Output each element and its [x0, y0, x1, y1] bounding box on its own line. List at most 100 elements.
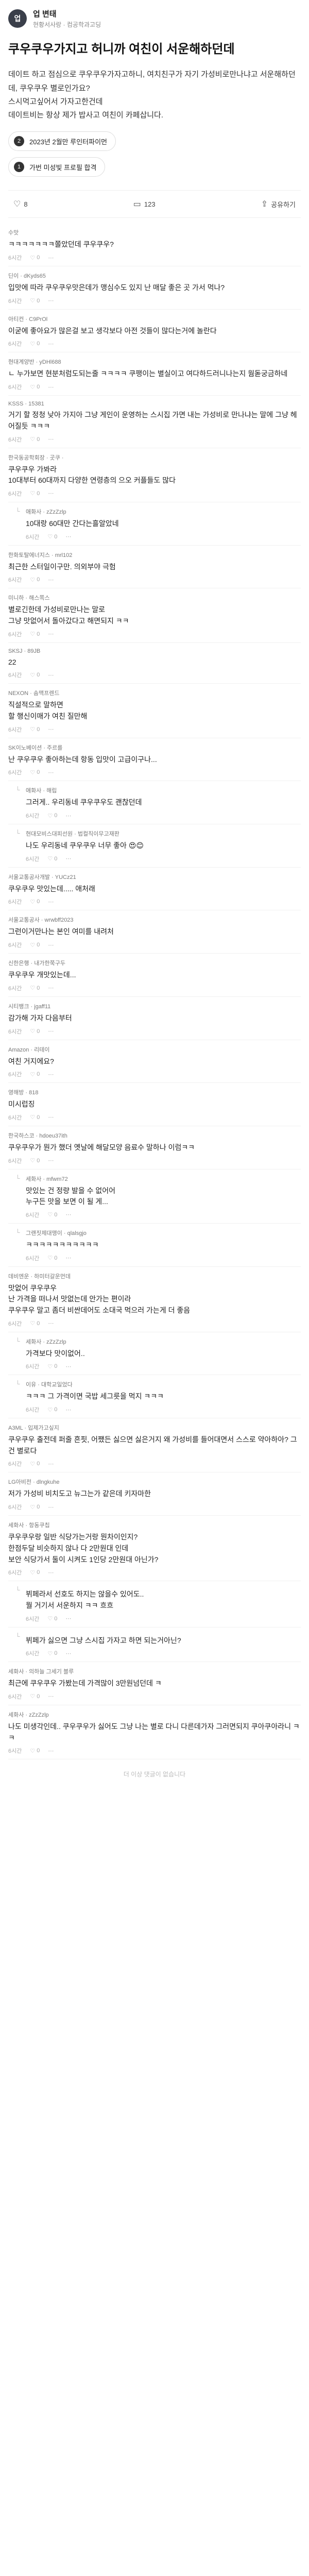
comment-like-button[interactable]: ♡ 0 — [30, 1114, 40, 1121]
comment-like-button[interactable]: ♡ 0 — [30, 1028, 40, 1035]
comment-author[interactable]: 세화사 · mfwm72 — [26, 1175, 68, 1183]
comment-author[interactable]: NEXON · 솜맥프렌드 — [8, 689, 60, 697]
reply-button[interactable]: ⋯ — [48, 1748, 54, 1754]
comment-author[interactable]: A3ML · 입제가고싶지 — [8, 1423, 59, 1432]
comment-like-button[interactable]: ♡ 0 — [30, 985, 40, 992]
comment-like-button[interactable]: ♡ 0 — [47, 812, 57, 819]
comment-author[interactable]: Amazon · 리테이 — [8, 1045, 50, 1054]
comment-author[interactable]: 한국동공학회장 · 곳쿠 · — [8, 453, 64, 462]
comment-like-button[interactable]: ♡ 0 — [47, 1615, 57, 1622]
comment-author[interactable]: 한화토탈에너지스 · mrl102 — [8, 551, 72, 559]
comment-author[interactable]: 신한은행 · 내가한쭉구두 — [8, 959, 65, 967]
comment-author[interactable]: 애화사 · 해립 — [26, 786, 57, 794]
reply-button[interactable]: ⋯ — [48, 631, 54, 637]
comment-author[interactable]: SKSJ · 89JB — [8, 648, 40, 654]
comment-author[interactable]: 세화사 · zZzZzlp — [26, 1337, 66, 1346]
comment-like-button[interactable]: ♡ 0 — [30, 1461, 40, 1467]
reply-button[interactable]: ⋯ — [65, 1363, 71, 1370]
comment-like-button[interactable]: ♡ 0 — [30, 490, 40, 497]
reply-button[interactable]: ⋯ — [48, 341, 54, 347]
comment-author[interactable]: 서울교통공사개발 · YUCz21 — [8, 873, 76, 881]
reply-button[interactable]: ⋯ — [48, 899, 54, 905]
comment-author[interactable]: 수맛 — [8, 228, 19, 236]
comment-like-button[interactable]: ♡ 0 — [47, 855, 57, 862]
reply-button[interactable]: ⋯ — [48, 672, 54, 679]
comment-author[interactable]: KSSS · 15381 — [8, 401, 44, 407]
comment-like-button[interactable]: ♡ 0 — [30, 1748, 40, 1754]
comment-like-button[interactable]: ♡ 0 — [30, 255, 40, 261]
comment-author[interactable]: 시티뱅크 · jgaff11 — [8, 1002, 50, 1010]
comment-like-button[interactable]: ♡ 0 — [47, 1211, 57, 1218]
reply-button[interactable]: ⋯ — [48, 985, 54, 991]
comment-like-button[interactable]: ♡ 0 — [30, 1504, 40, 1511]
comment-author[interactable]: SK이노베이션 · 주르를 — [8, 743, 62, 752]
author-name[interactable]: 업 변태 — [33, 8, 101, 19]
reply-button[interactable]: ⋯ — [48, 384, 54, 391]
comment-like-button[interactable]: ♡ 0 — [47, 533, 57, 540]
chip-1[interactable]: 2 2023년 2월만 루인터파이먼 — [8, 131, 116, 151]
reply-button[interactable]: ⋯ — [48, 769, 54, 776]
comment-author[interactable]: 애화사 · zZzZzlp — [26, 507, 66, 516]
avatar[interactable]: 업 — [8, 9, 27, 28]
reply-button[interactable]: ⋯ — [65, 855, 71, 862]
comment-like-button[interactable]: ♡ 0 — [30, 577, 40, 583]
reply-button[interactable]: ⋯ — [65, 1211, 71, 1218]
comment-author[interactable]: 세화사 · zZzZzlp — [8, 1710, 49, 1719]
reply-button[interactable]: ⋯ — [48, 1028, 54, 1035]
comment-author[interactable]: 세화사 · 의하늘 그세기 블루 — [8, 1667, 74, 1675]
comment-like-button[interactable]: ♡ 0 — [30, 1157, 40, 1164]
comment-author[interactable]: 딘이 · dKyds65 — [8, 272, 46, 280]
reply-button[interactable]: ⋯ — [48, 490, 54, 497]
comment-like-button[interactable]: ♡ 0 — [30, 726, 40, 733]
comment-like-button[interactable]: ♡ 0 — [30, 1071, 40, 1078]
comment-author[interactable]: 세화사 · 항동쿠칩 — [8, 1521, 50, 1529]
comment-author[interactable]: 현대모비스대피선원 · 법컬직이무고재판 — [26, 829, 119, 838]
comment-stat[interactable]: ▭ 123 — [133, 199, 156, 209]
comment-author[interactable]: 미니하 · 해스쪽스 — [8, 594, 50, 602]
reply-button[interactable]: ⋯ — [65, 1650, 71, 1657]
comment-author[interactable]: 서울교통공사 · wrwbff2023 — [8, 916, 74, 924]
reply-button[interactable]: ⋯ — [48, 1320, 54, 1327]
comment-like-button[interactable]: ♡ 0 — [30, 436, 40, 443]
comment-like-button[interactable]: ♡ 0 — [47, 1255, 57, 1262]
comment-author[interactable]: 아티컨 · C9PrOl — [8, 315, 47, 323]
reply-button[interactable]: ⋯ — [48, 1569, 54, 1576]
comment-like-button[interactable]: ♡ 0 — [30, 1320, 40, 1327]
comment-author[interactable]: 이유 · 대학교일었다 — [26, 1380, 73, 1388]
reply-button[interactable]: ⋯ — [65, 812, 71, 819]
comment-author[interactable]: 데비엔운 · 하미터갈운먼데 — [8, 1272, 71, 1280]
reply-button[interactable]: ⋯ — [48, 436, 54, 443]
reply-button[interactable]: ⋯ — [48, 726, 54, 733]
comment-like-button[interactable]: ♡ 0 — [30, 769, 40, 776]
comment-like-button[interactable]: ♡ 0 — [30, 672, 40, 679]
reply-button[interactable]: ⋯ — [48, 577, 54, 583]
reply-button[interactable]: ⋯ — [48, 1157, 54, 1164]
reply-button[interactable]: ⋯ — [65, 533, 71, 540]
comment-like-button[interactable]: ♡ 0 — [30, 631, 40, 638]
comment-like-button[interactable]: ♡ 0 — [30, 341, 40, 347]
reply-button[interactable]: ⋯ — [48, 1693, 54, 1700]
reply-button[interactable]: ⋯ — [48, 1114, 54, 1121]
comment-author[interactable]: 그랜짓제대맹이 · qlalsgjo — [26, 1229, 87, 1237]
comment-like-button[interactable]: ♡ 0 — [30, 1693, 40, 1700]
comment-like-button[interactable]: ♡ 0 — [30, 384, 40, 391]
comment-like-button[interactable]: ♡ 0 — [30, 942, 40, 948]
author-header[interactable]: 업 업 변태 현황서사랑 · 컴공학과고딩 — [8, 0, 301, 34]
comment-like-button[interactable]: ♡ 0 — [47, 1650, 57, 1657]
reply-button[interactable]: ⋯ — [65, 1255, 71, 1261]
comment-like-button[interactable]: ♡ 0 — [47, 1363, 57, 1370]
chip-2[interactable]: 1 가번 미성빛 프로필 합격 — [8, 157, 106, 177]
reply-button[interactable]: ⋯ — [48, 1461, 54, 1467]
share-button[interactable]: ⇪ 공유하기 — [261, 199, 296, 209]
reply-button[interactable]: ⋯ — [48, 297, 54, 304]
reply-button[interactable]: ⋯ — [48, 1071, 54, 1078]
comment-author[interactable]: 영해방 · 818 — [8, 1088, 39, 1096]
comment-like-button[interactable]: ♡ 0 — [30, 899, 40, 905]
comment-like-button[interactable]: ♡ 0 — [30, 297, 40, 304]
reply-button[interactable]: ⋯ — [48, 255, 54, 261]
comment-author[interactable]: 한국하스코 · hdoeu37ith — [8, 1131, 67, 1140]
reply-button[interactable]: ⋯ — [48, 1504, 54, 1511]
comment-author[interactable]: LG아비전 · dlngkuhe — [8, 1478, 59, 1486]
comment-author[interactable]: 현대계양반 · yDHl688 — [8, 358, 61, 366]
reply-button[interactable]: ⋯ — [65, 1615, 71, 1622]
